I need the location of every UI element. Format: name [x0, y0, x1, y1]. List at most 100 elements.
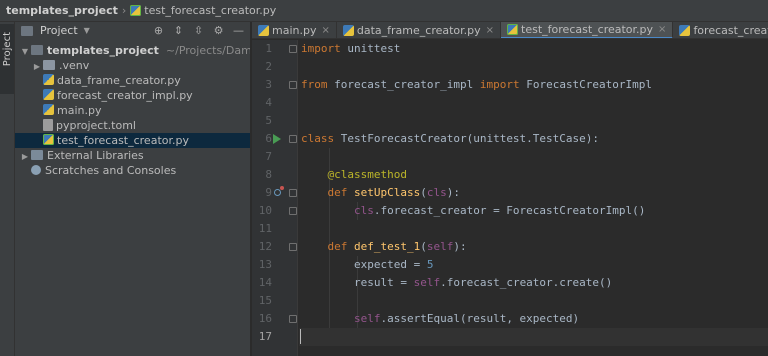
- fold-icon[interactable]: [289, 81, 297, 89]
- code-line: self.assertEqual(result, expected): [353, 312, 580, 325]
- tree-item-label: main.py: [57, 104, 102, 117]
- tree-item-scratches[interactable]: Scratches and Consoles: [15, 163, 250, 178]
- scratches-icon: [31, 165, 41, 175]
- folder-icon: [43, 60, 55, 70]
- project-panel-header: Project ▼ ⊕ ⇕ ⇳ ⚙ —: [15, 22, 250, 39]
- tree-item-main[interactable]: main.py: [15, 103, 250, 118]
- current-code-line: [299, 328, 768, 346]
- code-token: self: [413, 276, 441, 289]
- expand-all-icon[interactable]: ⇕: [173, 24, 184, 37]
- code-editor[interactable]: import unittest from forecast_creator_im…: [299, 40, 768, 356]
- chevron-right-icon[interactable]: ▶: [31, 59, 43, 73]
- fold-icon[interactable]: [289, 45, 297, 53]
- breadcrumb-project[interactable]: templates_project: [6, 4, 118, 17]
- breadcrumb-file[interactable]: test_forecast_creator.py: [144, 4, 276, 17]
- code-line: from forecast_creator_impl import Foreca…: [299, 76, 768, 94]
- fold-icon[interactable]: [289, 315, 297, 323]
- tab-test-forecast-creator[interactable]: test_forecast_creator.py ×: [501, 22, 674, 38]
- code-token: class: [301, 132, 335, 145]
- fold-icon[interactable]: [289, 207, 297, 215]
- code-token: def_test_1: [354, 240, 421, 253]
- python-file-icon: [43, 74, 54, 85]
- code-token: cls: [426, 186, 447, 199]
- gear-icon[interactable]: ⚙: [213, 24, 224, 37]
- tab-label: data_frame_creator.py: [356, 24, 481, 37]
- tab-label: main.py: [272, 24, 317, 37]
- line-number: 16: [258, 312, 272, 325]
- tree-item-root[interactable]: ▼ templates_project ~/Projects/Damavis/Po…: [15, 43, 250, 58]
- project-tree: ▼ templates_project ~/Projects/Damavis/Po…: [15, 39, 250, 178]
- code-token: unittest: [347, 42, 401, 55]
- code-token: setUpClass: [354, 186, 421, 199]
- code-token: 5: [426, 258, 434, 271]
- override-method-icon[interactable]: [274, 186, 284, 196]
- code-token: TestForecastCreator(unittest.TestCase):: [340, 132, 600, 145]
- code-token: def: [327, 240, 348, 253]
- tree-item-test-forecast-creator[interactable]: test_forecast_creator.py: [15, 133, 250, 148]
- left-tool-stripe: Project: [0, 22, 15, 356]
- python-test-file-icon: [43, 134, 54, 145]
- code-line: expected = 5: [301, 258, 434, 271]
- code-line: @classmethod: [299, 166, 768, 184]
- close-icon[interactable]: ×: [486, 25, 494, 36]
- editor-gutter[interactable]: 1 2 3 4 5 6 7 8 9 10 11 12 13 14 15 16 1…: [252, 40, 298, 356]
- tree-item-label: .venv: [59, 59, 90, 72]
- line-number: 17: [258, 330, 272, 343]
- fold-icon[interactable]: [289, 189, 297, 197]
- chevron-down-icon[interactable]: ▼: [84, 26, 90, 35]
- python-file-icon: [679, 25, 691, 36]
- code-token: self: [353, 312, 381, 325]
- tree-item-label: data_frame_creator.py: [57, 74, 181, 87]
- tree-item-label: forecast_creator_impl.py: [57, 89, 193, 102]
- code-token: @classmethod: [327, 168, 407, 181]
- code-token: forecast_creator_impl: [334, 78, 474, 91]
- line-number: 6: [265, 132, 272, 145]
- tree-item-label: test_forecast_creator.py: [57, 134, 189, 147]
- code-line: class TestForecastCreator(unittest.TestC…: [299, 130, 768, 148]
- tree-item-data-frame-creator[interactable]: data_frame_creator.py: [15, 73, 250, 88]
- hide-icon[interactable]: —: [233, 24, 244, 37]
- tab-main[interactable]: main.py ×: [252, 22, 337, 38]
- code-token: def: [327, 186, 348, 199]
- line-number: 15: [258, 294, 272, 307]
- toml-file-icon: [43, 119, 53, 131]
- project-view-selector[interactable]: Project: [40, 24, 78, 37]
- code-line: result = self.forecast_creator.create(): [301, 276, 613, 289]
- line-number: 10: [258, 204, 272, 217]
- project-panel: Project ▼ ⊕ ⇕ ⇳ ⚙ — ▼ templates_project ~…: [15, 22, 251, 356]
- project-tool-window-tab[interactable]: Project: [0, 24, 15, 94]
- tree-item-venv[interactable]: ▶ .venv: [15, 58, 250, 73]
- run-icon[interactable]: [273, 134, 281, 144]
- folder-icon: [31, 45, 43, 55]
- python-test-file-icon: [130, 5, 142, 16]
- fold-icon[interactable]: [289, 243, 297, 251]
- fold-icon[interactable]: [289, 135, 297, 143]
- collapse-all-icon[interactable]: ⇳: [193, 24, 204, 37]
- line-number: 2: [265, 60, 272, 73]
- tab-forecast-creator-impl[interactable]: forecast_creator_impl.py×: [673, 22, 768, 38]
- code-token: self: [426, 240, 454, 253]
- tree-item-label: pyproject.toml: [56, 119, 136, 132]
- tree-item-external-libraries[interactable]: ▶ External Libraries: [15, 148, 250, 163]
- close-icon[interactable]: ×: [658, 24, 666, 35]
- close-icon[interactable]: ×: [321, 25, 329, 36]
- line-number: 8: [265, 168, 272, 181]
- tab-data-frame-creator[interactable]: data_frame_creator.py ×: [337, 22, 502, 38]
- tree-item-label: Scratches and Consoles: [45, 164, 177, 177]
- chevron-right-icon[interactable]: ▶: [19, 149, 31, 163]
- python-file-icon: [258, 25, 269, 36]
- tree-item-label: External Libraries: [47, 149, 144, 162]
- line-number: 13: [258, 258, 272, 271]
- target-icon[interactable]: ⊕: [153, 24, 164, 37]
- tree-item-pyproject[interactable]: pyproject.toml: [15, 118, 250, 133]
- line-number: 14: [258, 276, 272, 289]
- code-token: import: [479, 78, 520, 91]
- editor-tabs: main.py × data_frame_creator.py × test_for…: [252, 22, 768, 39]
- line-number: 7: [265, 150, 272, 163]
- python-file-icon: [342, 25, 354, 36]
- chevron-down-icon[interactable]: ▼: [19, 44, 31, 58]
- tree-item-path: ~/Projects/Damavis/Pos: [165, 44, 250, 57]
- project-tool-window-label: Project: [2, 32, 13, 67]
- tree-item-forecast-creator-impl[interactable]: forecast_creator_impl.py: [15, 88, 250, 103]
- line-number: 3: [265, 78, 272, 91]
